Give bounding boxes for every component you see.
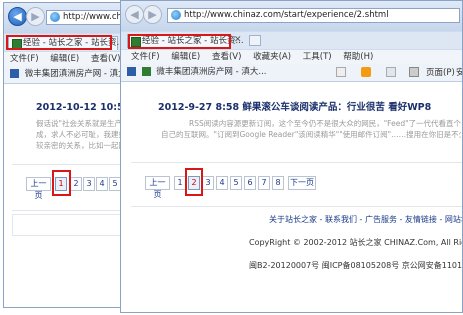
back-arrow-icon[interactable]: ◀	[125, 5, 144, 24]
back-browser-window: ◀ ▶ http://www.chinaz 经验 - 站长之家 - 站长资...…	[3, 2, 135, 308]
menu-edit[interactable]: 编辑(E)	[50, 54, 79, 64]
menu-edit[interactable]: 编辑(E)	[171, 52, 200, 62]
mail-icon[interactable]	[386, 67, 396, 77]
page-8-link[interactable]: 8	[272, 176, 284, 190]
summary-line: 假话说"社会关系就是生产力	[36, 119, 130, 128]
front-browser-window: ◀ ▶ http://www.chinaz.com/start/experien…	[120, 0, 463, 313]
summary-line: 较亲密的关系，比如一起网过源	[36, 141, 132, 150]
footer-links[interactable]: 关于站长之家 - 联系我们 - 广告服务 - 友情链接 - 网站地图	[269, 214, 462, 225]
globe-icon	[171, 10, 181, 20]
back-page-content: 2012-10-12 10:56 盲赤 假话说"社会关系就是生产力 成，求人不必…	[4, 84, 134, 307]
summary-line: 自己的互联网。"订阅到Google Reader"该阅读精华""使用邮件订阅"……	[161, 130, 461, 139]
menu-help[interactable]: 帮助(H)	[343, 52, 373, 62]
page-5-link[interactable]: 5	[230, 176, 242, 190]
front-article-headline[interactable]: 2012-9-27 8:58 鲜果滚公车谈阅读产品：行业很苦 看好WP8	[158, 99, 431, 113]
divider	[131, 162, 462, 163]
divider	[12, 210, 134, 211]
favorites-star-icon[interactable]	[127, 67, 136, 76]
page-3-link[interactable]: 3	[202, 176, 214, 190]
back-tab-highlight	[6, 35, 112, 50]
back-page-highlight	[52, 170, 71, 196]
menu-view[interactable]: 查看(V)	[212, 52, 241, 62]
divider	[131, 206, 462, 207]
front-favorite-link[interactable]: 微丰集团滇洲房产网 - 滇大...	[156, 67, 266, 77]
new-tab-button[interactable]	[249, 35, 261, 46]
page-2-link[interactable]: 2	[70, 177, 82, 191]
next-page-link[interactable]: 下一页	[288, 176, 316, 190]
menu-file[interactable]: 文件(F)	[131, 52, 160, 62]
front-address-text: http://www.chinaz.com/start/experience/2…	[184, 10, 389, 20]
summary-line: 成，求人不必可耻，我建如公元	[36, 130, 132, 139]
footer-icp: 闽B2-20120007号 闽ICP备08105208号 京公网安备110105…	[249, 261, 463, 270]
page-3-link[interactable]: 3	[83, 177, 95, 191]
page-7-link[interactable]: 7	[258, 176, 270, 190]
safety-menu-button[interactable]: 安	[456, 66, 462, 78]
front-address-bar[interactable]: http://www.chinaz.com/start/experience/2…	[167, 8, 460, 23]
forward-arrow-icon[interactable]: ▶	[26, 7, 45, 26]
page-4-link[interactable]: 4	[216, 176, 228, 190]
forward-arrow-icon[interactable]: ▶	[143, 5, 162, 24]
front-navigation-bar: ◀ ▶ http://www.chinaz.com/start/experien…	[121, 1, 462, 31]
rss-feed-icon[interactable]	[361, 67, 371, 77]
prev-page-link[interactable]: 上一页	[145, 176, 170, 199]
menu-tools[interactable]: 工具(T)	[303, 52, 332, 62]
menu-view[interactable]: 查看(V)	[91, 54, 120, 64]
menu-favorites[interactable]: 收藏夹(A)	[253, 52, 291, 62]
back-favorites-bar: 微丰集团滇洲房产网 - 滇大...	[4, 66, 134, 84]
home-icon[interactable]	[336, 67, 346, 77]
close-tab-icon[interactable]: ✕	[234, 35, 242, 45]
divider	[12, 164, 134, 165]
back-arrow-icon[interactable]: ◀	[8, 7, 27, 26]
menu-file[interactable]: 文件(F)	[10, 54, 39, 64]
print-icon[interactable]	[409, 67, 419, 77]
front-menu-bar: 文件(F) 编辑(E) 查看(V) 收藏夹(A) 工具(T) 帮助(H)	[121, 50, 462, 64]
back-footer-box	[12, 214, 134, 236]
favorites-star-icon[interactable]	[10, 69, 19, 78]
site-favicon-icon	[141, 67, 151, 76]
footer-copyright: CopyRight © 2002-2012 站长之家 CHINAZ.Com, A…	[249, 238, 462, 247]
front-page-highlight	[185, 168, 203, 196]
page-6-link[interactable]: 6	[244, 176, 256, 190]
front-tab-highlight	[128, 34, 231, 49]
back-navigation-bar: ◀ ▶ http://www.chinaz	[4, 3, 134, 33]
page-4-link[interactable]: 4	[96, 177, 108, 191]
globe-icon	[50, 12, 60, 22]
back-article-summary: 假话说"社会关系就是生产力 成，求人不必可耻，我建如公元 较亲密的关系，比如一起…	[36, 118, 132, 151]
back-menu-bar: 文件(F) 编辑(E) 查看(V)	[4, 52, 134, 66]
prev-page-link[interactable]: 上一页	[26, 177, 51, 200]
page-menu-button[interactable]: 页面(P)	[426, 66, 455, 78]
front-article-summary: RSS阅读内容源更新订阅，这个至今仍不是很大众的网民，"Feed"了一代代看直个…	[161, 118, 461, 140]
summary-line: RSS阅读内容源更新订阅，这个至今仍不是很大众的网民，"Feed"了一代代看直个…	[189, 119, 461, 128]
back-favorite-link[interactable]: 微丰集团滇洲房产网 - 滇大...	[25, 69, 134, 79]
front-page-content: 2012-9-27 8:58 鲜果滚公车谈阅读产品：行业很苦 看好WP8 RSS…	[121, 82, 462, 312]
